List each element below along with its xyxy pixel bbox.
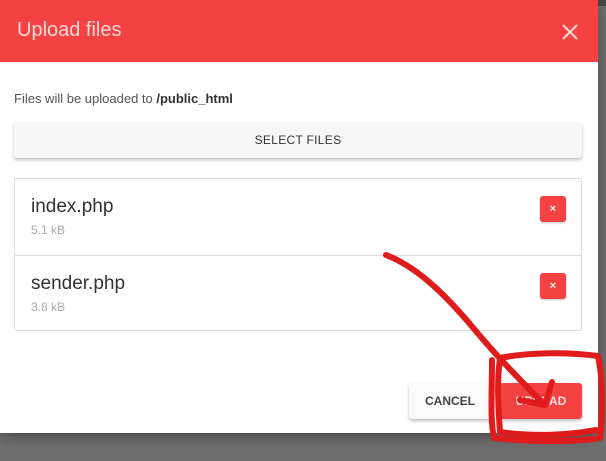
dialog-title: Upload files bbox=[17, 19, 122, 41]
destination-prefix: Files will be uploaded to bbox=[14, 91, 157, 106]
file-size: 3.8 kB bbox=[31, 300, 66, 314]
file-name: index.php bbox=[31, 196, 114, 217]
remove-file-button[interactable]: × bbox=[540, 196, 566, 222]
list-item: index.php 5.1 kB × bbox=[15, 179, 581, 255]
file-size: 5.1 kB bbox=[31, 223, 66, 237]
list-item: sender.php 3.8 kB × bbox=[15, 255, 581, 331]
select-files-button[interactable]: SELECT FILES bbox=[14, 122, 582, 158]
file-list: index.php 5.1 kB × sender.php 3.8 kB × bbox=[14, 178, 582, 331]
remove-file-button[interactable]: × bbox=[540, 273, 566, 299]
destination-path: /public_html bbox=[156, 91, 233, 106]
cancel-button[interactable]: CANCEL bbox=[409, 383, 491, 419]
close-icon bbox=[562, 24, 578, 40]
dialog-header: Upload files bbox=[0, 0, 598, 62]
close-button[interactable] bbox=[556, 18, 584, 46]
file-name: sender.php bbox=[31, 273, 126, 294]
upload-dialog: Upload files Files will be uploaded to /… bbox=[0, 0, 598, 433]
upload-button[interactable]: UPLOAD bbox=[500, 383, 582, 419]
destination-text: Files will be uploaded to /public_html bbox=[14, 91, 233, 106]
